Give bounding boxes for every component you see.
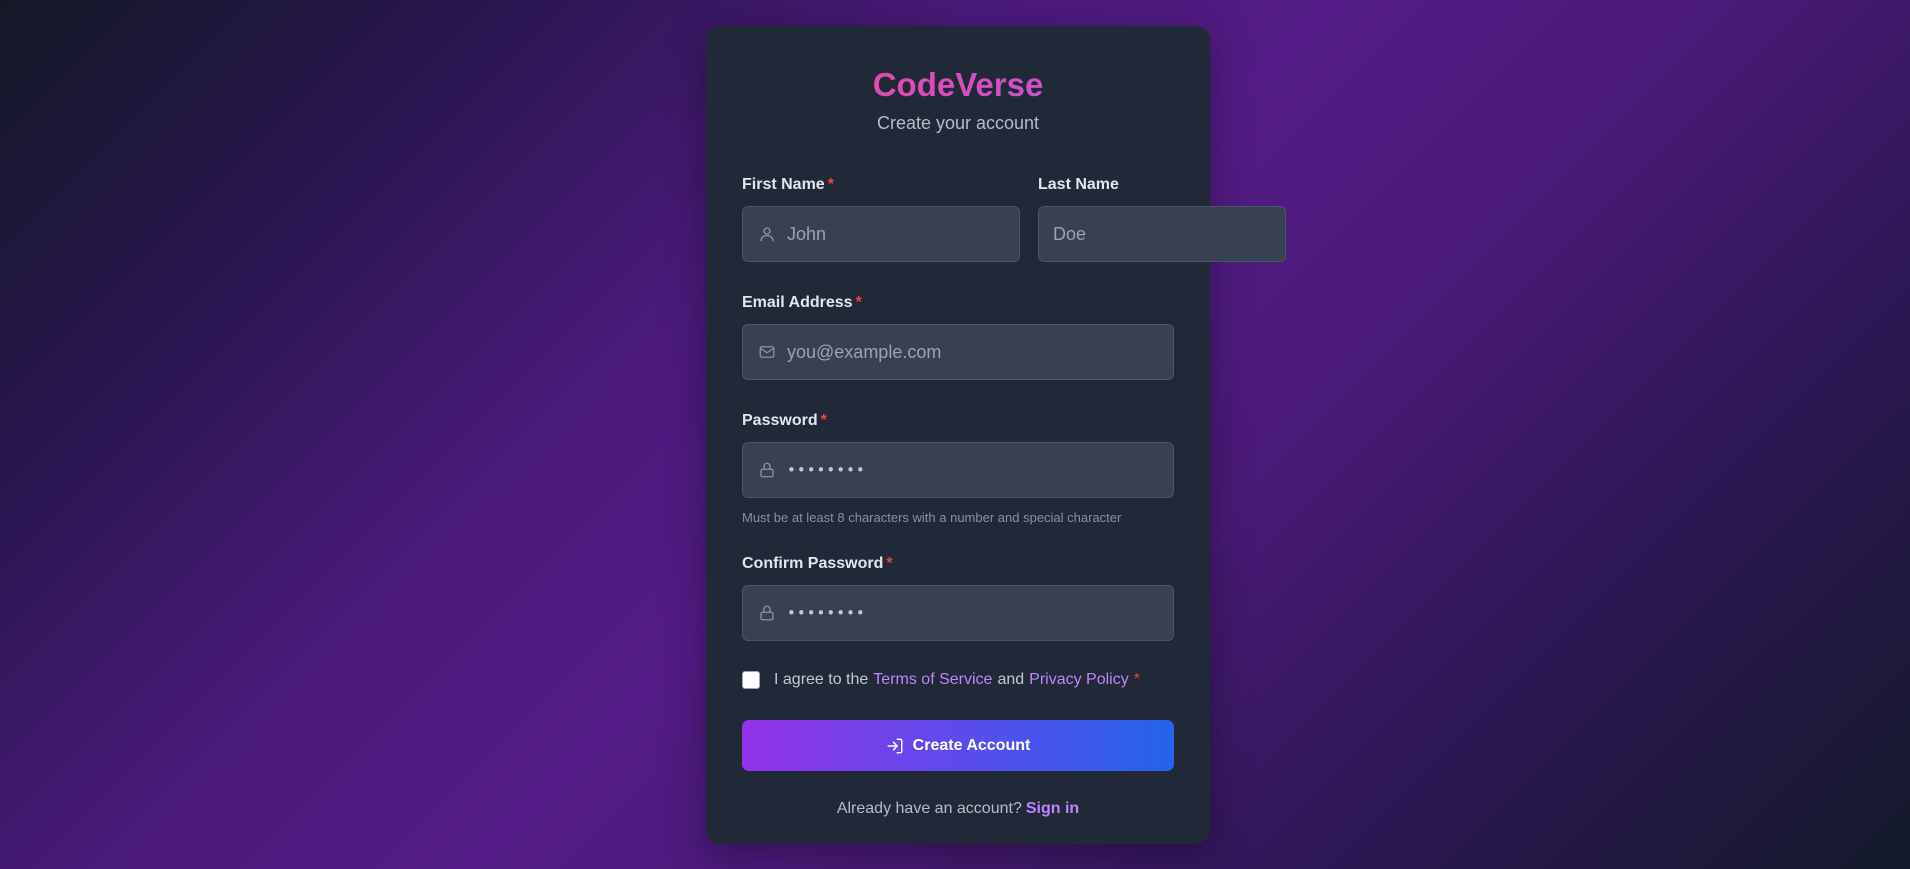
page-subtitle: Create your account — [876, 113, 1040, 133]
last-name-label: Last Name — [1038, 176, 1119, 193]
lock-icon — [757, 603, 777, 623]
brand-title: CodeVerse — [742, 64, 1174, 106]
agree-and: and — [997, 671, 1025, 688]
confirm-password-label: Confirm Password * — [742, 555, 893, 572]
agree-prefix: I agree to the — [774, 671, 869, 688]
confirm-password-field[interactable]: •••••••• — [742, 585, 1174, 641]
password-group: Password * •••••••• Must be at least 8 ch… — [742, 411, 1174, 526]
signin-prompt-text: Already have an account? — [836, 800, 1022, 817]
first-name-label: First Name * — [742, 176, 834, 193]
terms-checkbox[interactable] — [742, 671, 760, 689]
terms-agreement: I agree to the Terms of Service and Priv… — [742, 670, 1174, 690]
first-name-input[interactable] — [777, 207, 1019, 261]
required-mark: * — [827, 176, 834, 193]
email-label: Email Address * — [742, 294, 862, 311]
required-mark: * — [855, 294, 862, 311]
confirm-password-group: Confirm Password * •••••••• — [742, 554, 1174, 641]
required-mark: * — [820, 412, 827, 429]
login-icon — [886, 737, 904, 755]
lock-icon — [757, 460, 777, 480]
signin-prompt: Already have an account? Sign in — [742, 800, 1174, 818]
last-name-input[interactable] — [1039, 207, 1285, 261]
password-hint: Must be at least 8 characters with a num… — [742, 510, 1122, 525]
create-account-button[interactable]: Create Account — [742, 720, 1174, 771]
create-account-label: Create Account — [912, 736, 1031, 754]
email-field[interactable] — [742, 324, 1174, 380]
user-icon — [757, 224, 777, 244]
password-input[interactable]: •••••••• — [777, 461, 1173, 479]
mail-icon — [757, 342, 777, 362]
email-input[interactable] — [777, 325, 1173, 379]
first-name-field[interactable] — [742, 206, 1020, 262]
first-name-group: First Name * — [742, 175, 1020, 262]
sign-in-link[interactable]: Sign in — [1026, 800, 1079, 817]
privacy-policy-link[interactable]: Privacy Policy — [1029, 671, 1129, 689]
email-group: Email Address * — [742, 293, 1174, 380]
required-mark: * — [1133, 671, 1140, 688]
terms-of-service-link[interactable]: Terms of Service — [873, 671, 992, 689]
signup-card: CodeVerse Create your account First Name… — [706, 26, 1286, 844]
password-field[interactable]: •••••••• — [742, 442, 1174, 498]
required-mark: * — [886, 555, 893, 572]
last-name-group: Last Name — [1038, 175, 1286, 262]
password-label: Password * — [742, 412, 827, 429]
last-name-field[interactable] — [1038, 206, 1286, 262]
confirm-password-input[interactable]: •••••••• — [777, 604, 1173, 622]
